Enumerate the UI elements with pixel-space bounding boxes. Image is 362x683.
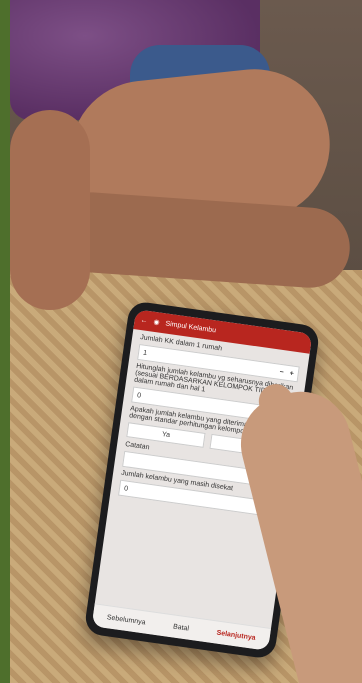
q2-value: 0	[136, 391, 142, 400]
app-title: Simpul Kelambu	[165, 319, 217, 334]
arm	[10, 110, 90, 310]
next-button[interactable]: Selanjutnya	[216, 629, 256, 641]
photo: ← ◉ Simpul Kelambu Jumlah KK dalam 1 rum…	[10, 0, 362, 683]
q4-value: 0	[123, 484, 129, 493]
cancel-button[interactable]: Batal	[173, 623, 190, 632]
back-arrow-icon[interactable]: ←	[140, 316, 148, 324]
minus-icon[interactable]: −	[279, 368, 284, 376]
app-logo-icon: ◉	[153, 318, 161, 327]
plus-icon[interactable]: +	[289, 370, 294, 378]
prev-button[interactable]: Sebelumnya	[106, 614, 146, 626]
q1-value: 1	[142, 349, 148, 357]
